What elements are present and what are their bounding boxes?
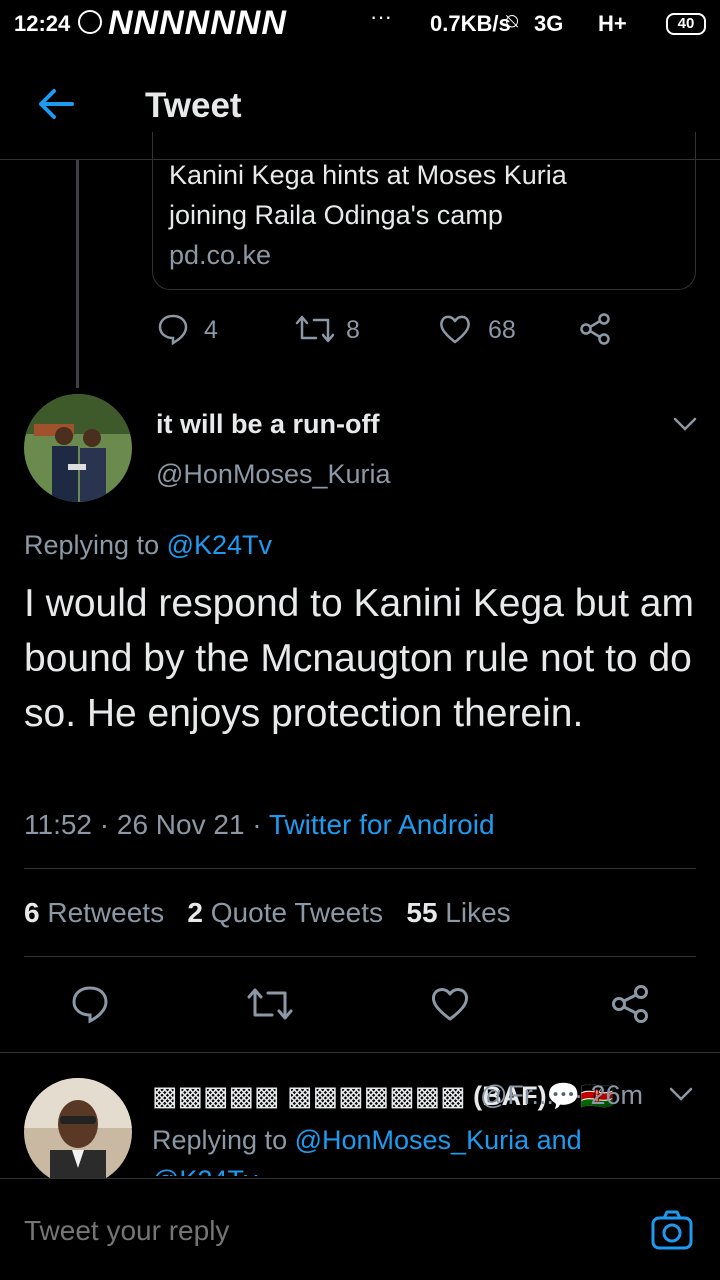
chevron-down-icon[interactable]: [668, 1084, 694, 1104]
compose-bar: [0, 1178, 720, 1280]
more-notifications-icon: ···: [370, 4, 392, 29]
share-button[interactable]: [578, 312, 614, 348]
tweet-time: 11:52 · 26 Nov 21 ·: [24, 809, 269, 840]
divider: [24, 956, 696, 957]
card-title-line1: Kanini Kega hints at Moses Kuria: [169, 160, 567, 190]
retweet-icon: [295, 315, 335, 343]
likes-label: Likes: [437, 897, 511, 928]
reply-count: 4: [204, 316, 218, 344]
carrier-name: NNNNNNN: [108, 4, 287, 42]
network-3g: 3G: [534, 11, 564, 36]
retweet-button[interactable]: 8: [294, 312, 374, 348]
like-count: 68: [488, 316, 516, 344]
likes-stat[interactable]: 55 Likes: [406, 897, 510, 928]
heart-icon: [440, 315, 470, 344]
retweets-label: Retweets: [39, 897, 165, 928]
battery-icon: 40: [666, 13, 706, 35]
share-icon: [580, 313, 610, 345]
network-speed: 0.7KB/s: [430, 11, 511, 36]
reply-icon[interactable]: [70, 984, 110, 1024]
tweet-source-link[interactable]: Twitter for Android: [269, 809, 495, 840]
status-bar: 12:24 NNNNNNN ··· 0.7KB/s ⍉ 3G H+ 40: [0, 0, 720, 50]
reply-username-handle[interactable]: @Fr...: [480, 1080, 554, 1111]
retweets-count: 6: [24, 897, 40, 928]
avatar[interactable]: [24, 394, 132, 502]
quotes-count: 2: [187, 897, 203, 928]
quotes-label: Quote Tweets: [203, 897, 384, 928]
chevron-down-icon[interactable]: [672, 414, 698, 434]
share-icon[interactable]: [610, 984, 650, 1024]
whatsapp-icon: [78, 10, 102, 34]
retweet-icon[interactable]: [246, 984, 294, 1024]
reply-icon: [158, 314, 188, 346]
status-time: 12:24: [14, 11, 71, 36]
retweet-count: 8: [346, 316, 360, 344]
reply-input[interactable]: [24, 1215, 385, 1247]
retweets-stat[interactable]: 6 Retweets: [24, 897, 164, 928]
tweet-timestamp: 11:52 · 26 Nov 21 · Twitter for Android: [24, 809, 495, 841]
divider: [24, 868, 696, 869]
tweet-stats: 6 Retweets 2 Quote Tweets 55 Likes: [24, 897, 511, 929]
like-button[interactable]: 68: [438, 312, 528, 348]
username-handle[interactable]: @HonMoses_Kuria: [156, 459, 391, 490]
camera-icon[interactable]: [650, 1209, 694, 1251]
network-hplus: H+: [598, 11, 627, 36]
tweet-body: I would respond to Kanini Kega but am bo…: [24, 582, 694, 735]
quotes-stat[interactable]: 2 Quote Tweets: [187, 897, 383, 928]
thread-connector-line: [76, 160, 79, 388]
section-divider: [0, 1052, 720, 1053]
reply-time: · 26m: [574, 1080, 644, 1110]
reply-replying-prefix: Replying to: [152, 1125, 295, 1155]
likes-count: 55: [406, 897, 438, 928]
replying-to: Replying to @K24Tv: [24, 530, 272, 561]
arrow-left-icon[interactable]: [36, 84, 76, 124]
card-domain: pd.co.ke: [169, 240, 272, 270]
heart-icon[interactable]: [430, 984, 470, 1024]
page-title: Tweet: [145, 86, 242, 125]
alarm-off-icon: ⍉: [506, 11, 518, 33]
display-name[interactable]: it will be a run-off: [156, 409, 380, 440]
avatar[interactable]: [24, 1078, 132, 1186]
card-title-line2: joining Raila Odinga's camp: [169, 200, 503, 230]
link-preview-card[interactable]: Kanini Kega hints at Moses Kuria joining…: [152, 132, 696, 290]
replying-prefix: Replying to: [24, 530, 167, 560]
replying-to-link[interactable]: @K24Tv: [167, 530, 272, 560]
reply-replying-to: Replying to @HonMoses_Kuria and @K24Tv: [152, 1120, 672, 1176]
reply-button[interactable]: 4: [156, 312, 226, 348]
